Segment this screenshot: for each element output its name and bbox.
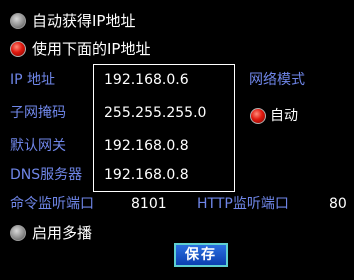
multicast-option[interactable]: 启用多播	[10, 222, 92, 244]
default-gateway-input[interactable]: 192.168.0.8	[104, 136, 229, 156]
dhcp-radio-option[interactable]: 自动获得IP地址	[10, 10, 135, 32]
ip-address-label: IP 地址	[10, 72, 56, 88]
dhcp-radio[interactable]	[10, 13, 26, 29]
multicast-label: 启用多播	[32, 224, 93, 242]
ip-settings-box: 192.168.0.6 255.255.255.0 192.168.0.8 19…	[93, 64, 235, 192]
command-port-input[interactable]: 8101	[131, 194, 167, 214]
dns-server-label: DNS服务器	[10, 167, 83, 183]
ip-address-input[interactable]: 192.168.0.6	[104, 70, 229, 90]
subnet-mask-input[interactable]: 255.255.255.0	[104, 103, 229, 123]
network-mode-auto-radio[interactable]	[250, 108, 266, 124]
dns-server-input[interactable]: 192.168.0.8	[104, 165, 229, 185]
static-ip-radio[interactable]	[10, 41, 26, 57]
http-port-input[interactable]: 80	[329, 194, 347, 214]
multicast-radio[interactable]	[10, 225, 26, 241]
network-mode-auto-option[interactable]: 自动	[250, 105, 298, 127]
save-button[interactable]: 保存	[174, 243, 228, 267]
command-port-label: 命令监听端口	[10, 196, 94, 212]
static-ip-radio-label: 使用下面的IP地址	[32, 40, 151, 58]
network-mode-label: 网络模式	[249, 72, 305, 88]
network-mode-auto-label: 自动	[270, 108, 298, 124]
http-port-label: HTTP监听端口	[197, 196, 289, 212]
dhcp-radio-label: 自动获得IP地址	[32, 12, 136, 30]
default-gateway-label: 默认网关	[10, 138, 66, 154]
static-ip-radio-option[interactable]: 使用下面的IP地址	[10, 38, 150, 60]
subnet-mask-label: 子网掩码	[10, 105, 66, 121]
